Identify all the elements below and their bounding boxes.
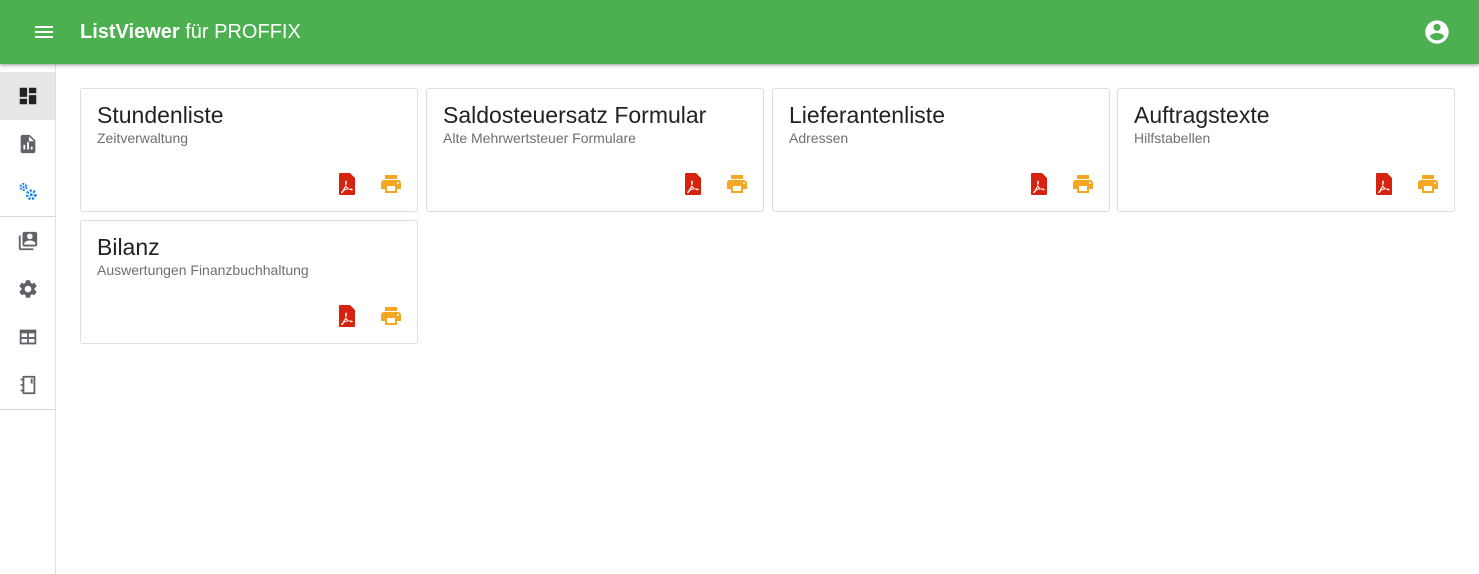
card-subtitle: Auswertungen Finanzbuchhaltung [97, 262, 309, 278]
settings-gears-icon [18, 182, 37, 201]
account-circle-icon[interactable] [1423, 18, 1451, 46]
report-card[interactable]: Bilanz Auswertungen Finanzbuchhaltung [80, 220, 418, 344]
app-title-rest: für PROFFIX [179, 21, 301, 43]
sidebar-item-settings[interactable] [0, 265, 55, 313]
sidebar-item-configuration[interactable] [0, 168, 55, 216]
sidebar-divider [0, 409, 55, 410]
pdf-file-icon[interactable] [334, 171, 360, 197]
dashboard-icon [19, 87, 36, 105]
card-title: Auftragstexte [1134, 102, 1270, 128]
printer-icon[interactable] [378, 171, 404, 197]
sidebar-item-notebook[interactable] [0, 361, 55, 409]
pdf-file-icon[interactable] [1026, 171, 1052, 197]
card-subtitle: Alte Mehrwertsteuer Formulare [443, 130, 636, 146]
sidebar-item-reports[interactable] [0, 120, 55, 168]
pdf-file-icon[interactable] [1371, 171, 1397, 197]
notebook-icon [20, 375, 35, 395]
table-icon [19, 329, 36, 345]
card-title: Stundenliste [97, 102, 224, 128]
sidebar-item-dashboard[interactable] [0, 72, 55, 120]
report-card[interactable]: Saldosteuersatz Formular Alte Mehrwertst… [426, 88, 764, 212]
card-title: Saldosteuersatz Formular [443, 102, 707, 128]
app-bar: ListViewer für PROFFIX [0, 0, 1479, 64]
contacts-list-icon [18, 231, 37, 251]
sidebar-nav [0, 64, 56, 574]
report-card[interactable]: Auftragstexte Hilfstabellen [1117, 88, 1455, 212]
card-subtitle: Adressen [789, 130, 849, 146]
printer-icon[interactable] [724, 171, 750, 197]
sidebar-item-tables[interactable] [0, 313, 55, 361]
pdf-file-icon[interactable] [680, 171, 706, 197]
app-title: ListViewer für PROFFIX [80, 19, 301, 45]
card-title: Bilanz [97, 234, 160, 260]
app-title-strong: ListViewer [80, 21, 180, 43]
report-card[interactable]: Lieferantenliste Adressen [772, 88, 1110, 212]
report-card[interactable]: Stundenliste Zeitverwaltung [80, 88, 418, 212]
pdf-file-icon[interactable] [334, 303, 360, 329]
printer-icon[interactable] [1415, 171, 1441, 197]
report-document-icon [20, 134, 35, 154]
printer-icon[interactable] [1070, 171, 1096, 197]
card-title: Lieferantenliste [789, 102, 945, 128]
settings-gear-icon [18, 280, 37, 298]
hamburger-menu-icon[interactable] [32, 20, 56, 44]
card-subtitle: Hilfstabellen [1134, 130, 1211, 146]
card-subtitle: Zeitverwaltung [97, 130, 189, 146]
sidebar-item-contacts[interactable] [0, 217, 55, 265]
printer-icon[interactable] [378, 303, 404, 329]
